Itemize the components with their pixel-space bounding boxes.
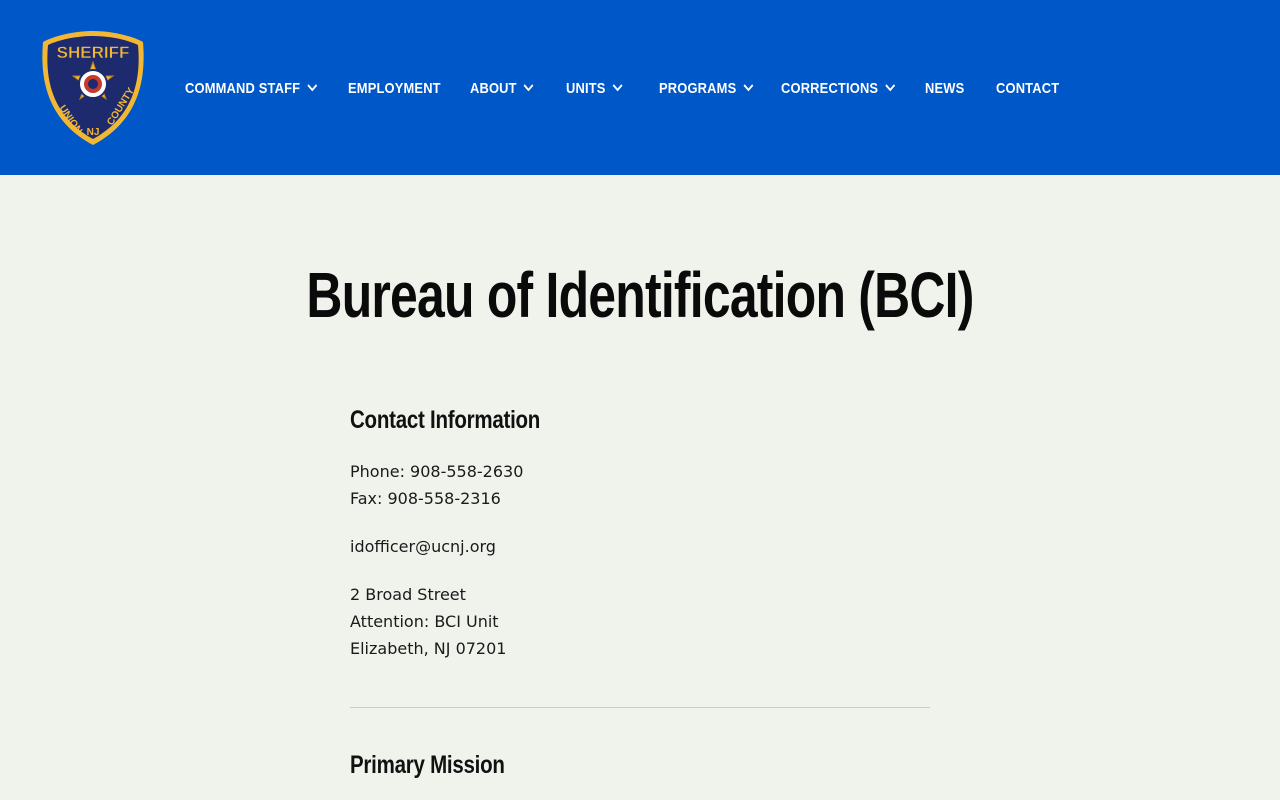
nav-label: PROGRAMS bbox=[659, 79, 737, 97]
section-heading: Contact Information bbox=[350, 406, 541, 434]
chevron-down-icon bbox=[523, 84, 534, 92]
nav-item-employment[interactable]: EMPLOYMENT bbox=[348, 76, 470, 100]
svg-text:SHERIFF: SHERIFF bbox=[57, 43, 130, 62]
nav-item-about[interactable]: ABOUT bbox=[470, 76, 566, 100]
sheriff-badge-logo[interactable]: SHERIFF UNION COUNTY NJ bbox=[40, 28, 146, 148]
nav-label: COMMAND STAFF bbox=[185, 79, 301, 97]
page-title: Bureau of Identification (BCI) bbox=[306, 259, 974, 331]
nav-label: EMPLOYMENT bbox=[348, 79, 441, 97]
main-nav: COMMAND STAFF EMPLOYMENT ABOUT UNITS PRO… bbox=[185, 76, 1086, 100]
address-line-1: 2 Broad Street bbox=[350, 585, 466, 604]
nav-label: CONTACT bbox=[996, 79, 1060, 97]
site-header: SHERIFF UNION COUNTY NJ COMMAND STAFF EM… bbox=[0, 0, 1280, 175]
nav-item-units[interactable]: UNITS bbox=[566, 76, 659, 100]
nav-item-command-staff[interactable]: COMMAND STAFF bbox=[185, 76, 348, 100]
address-line-2: Attention: BCI Unit bbox=[350, 612, 499, 631]
phone-number: Phone: 908-558-2630 bbox=[350, 462, 524, 481]
nav-item-corrections[interactable]: CORRECTIONS bbox=[781, 76, 925, 100]
contact-information-section: Contact Information Phone: 908-558-2630 … bbox=[350, 405, 930, 683]
chevron-down-icon bbox=[307, 84, 318, 92]
chevron-down-icon bbox=[612, 84, 623, 92]
fax-number: Fax: 908-558-2316 bbox=[350, 489, 501, 508]
badge-icon: SHERIFF UNION COUNTY NJ bbox=[42, 31, 144, 145]
nav-label: NEWS bbox=[925, 79, 965, 97]
nav-item-contact[interactable]: CONTACT bbox=[996, 76, 1086, 100]
main-content: Bureau of Identification (BCI) Contact I… bbox=[0, 175, 1280, 800]
primary-mission-section: Primary Mission bbox=[350, 750, 930, 780]
chevron-down-icon bbox=[885, 84, 896, 92]
chevron-down-icon bbox=[743, 84, 754, 92]
nav-label: UNITS bbox=[566, 79, 606, 97]
nav-item-news[interactable]: NEWS bbox=[925, 76, 996, 100]
section-heading: Primary Mission bbox=[350, 751, 505, 779]
address-line-3: Elizabeth, NJ 07201 bbox=[350, 639, 507, 658]
svg-text:NJ: NJ bbox=[87, 127, 100, 138]
nav-item-programs[interactable]: PROGRAMS bbox=[659, 76, 781, 100]
nav-label: CORRECTIONS bbox=[781, 79, 879, 97]
nav-label: ABOUT bbox=[470, 79, 517, 97]
section-divider bbox=[350, 707, 930, 708]
email-link[interactable]: idofficer@ucnj.org bbox=[350, 533, 930, 560]
